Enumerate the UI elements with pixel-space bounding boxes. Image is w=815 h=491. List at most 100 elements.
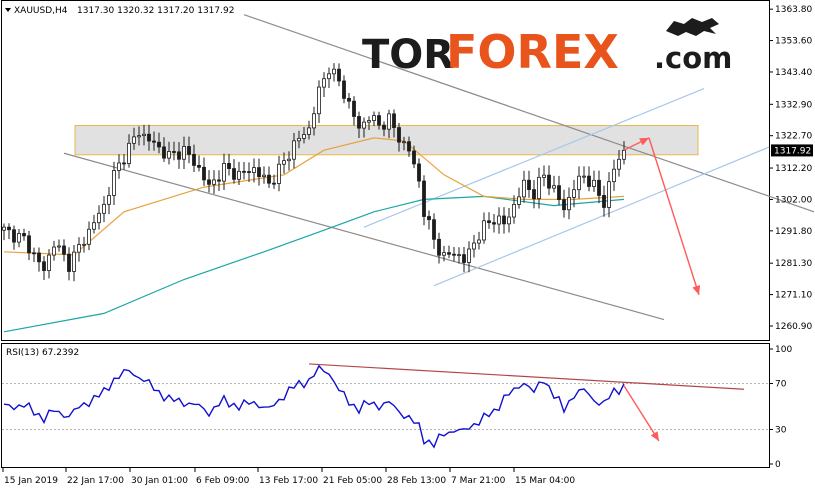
candle-body — [12, 229, 16, 243]
candle-body — [22, 233, 26, 237]
candle — [522, 170, 526, 203]
candle — [372, 111, 376, 127]
candle-body — [152, 140, 156, 143]
candle-body — [207, 179, 211, 185]
logo-part-forex: FOREX — [446, 25, 619, 79]
candle — [417, 158, 421, 188]
candle — [512, 195, 516, 224]
candle-body — [357, 116, 361, 129]
price-tick-label: 1343.40 — [775, 68, 812, 78]
candle-body — [197, 165, 201, 168]
candle-body — [52, 246, 56, 256]
candle-body — [192, 154, 196, 166]
candle-body — [77, 244, 81, 253]
rsi-forecast-arrow — [623, 385, 660, 442]
candle-body — [117, 162, 121, 171]
candle-body — [487, 220, 491, 224]
candle-body — [132, 136, 136, 144]
candle — [227, 153, 231, 176]
candle-body — [167, 151, 171, 159]
price-tick-label: 1332.90 — [775, 100, 812, 110]
candle-body — [332, 68, 336, 75]
candle-body — [277, 163, 281, 184]
candle — [202, 157, 206, 186]
candle-body — [437, 238, 441, 256]
candle — [532, 179, 536, 209]
candle — [472, 235, 476, 258]
candle — [107, 187, 111, 215]
candle-body — [547, 174, 551, 189]
rsi-label: RSI(13) 67.2392 — [6, 348, 79, 358]
candle — [337, 63, 341, 87]
candle-body — [172, 151, 176, 153]
candle-body — [497, 215, 501, 225]
price-tick-label: 1271.10 — [775, 291, 812, 301]
logo-part-tor: TOR — [362, 32, 454, 78]
candle-body — [112, 170, 116, 196]
candle-body — [492, 222, 496, 225]
candle-body — [67, 253, 71, 272]
price-tick-label: 1302.00 — [775, 195, 812, 205]
candle-body — [182, 146, 186, 160]
candle-body — [97, 212, 101, 224]
candle — [87, 221, 91, 251]
candle — [197, 155, 201, 172]
candle-body — [297, 137, 301, 142]
candle — [32, 247, 36, 263]
candle-body — [587, 175, 591, 187]
candle — [67, 247, 71, 281]
chart-header: XAUUSD,H4 1317.30 1320.32 1317.20 1317.9… — [5, 6, 234, 358]
candle — [537, 167, 541, 209]
forecast-arrow-down-head — [692, 285, 701, 295]
candle-body — [472, 242, 476, 250]
candle-body — [532, 189, 536, 200]
candle — [552, 175, 556, 193]
candle-body — [522, 179, 526, 198]
candle-body — [327, 73, 331, 80]
candle — [432, 213, 436, 249]
resistance-zone — [74, 125, 699, 156]
candle — [7, 223, 11, 239]
candle — [492, 213, 496, 233]
candle-body — [187, 146, 191, 155]
candle — [212, 170, 216, 194]
candle-body — [452, 253, 456, 256]
candle — [427, 210, 431, 230]
candle — [317, 80, 321, 123]
candle-body — [127, 142, 131, 165]
candle-body — [537, 176, 541, 200]
candle-body — [582, 175, 586, 178]
chart-canvas[interactable]: 1363.80 1353.60 1343.40 1332.90 1322.70 1312.… — [0, 0, 815, 491]
candle-body — [177, 151, 181, 160]
candle — [542, 165, 546, 187]
candle-body — [87, 228, 91, 245]
candle-body — [7, 226, 11, 231]
candle — [452, 247, 456, 262]
candle-body — [367, 120, 371, 123]
candle — [322, 72, 326, 97]
candle-body — [317, 86, 321, 115]
candle-body — [612, 168, 616, 183]
candle — [462, 247, 466, 273]
rsi-pane-frame — [1, 343, 770, 468]
candle — [582, 166, 586, 184]
candle-body — [592, 179, 596, 187]
candle-body — [312, 113, 316, 129]
candle — [117, 154, 121, 179]
dropdown-triangle-icon[interactable] — [5, 8, 11, 12]
price-tick-label: 1312.20 — [775, 164, 812, 174]
candle-body — [402, 141, 406, 144]
candle-body — [92, 222, 96, 230]
price-tick-label: 1281.30 — [775, 259, 812, 269]
candle-body — [617, 158, 621, 170]
time-tick-label: 15 Jan 2019 — [4, 476, 58, 486]
candle-body — [17, 233, 21, 243]
candle — [457, 247, 461, 264]
logo-part-com: .com — [654, 41, 732, 75]
candle-body — [602, 195, 606, 208]
candle — [72, 245, 76, 282]
candle — [57, 239, 61, 252]
current-price-label: 1317.92 — [774, 146, 811, 156]
candle — [557, 175, 561, 206]
candle-body — [352, 100, 356, 117]
